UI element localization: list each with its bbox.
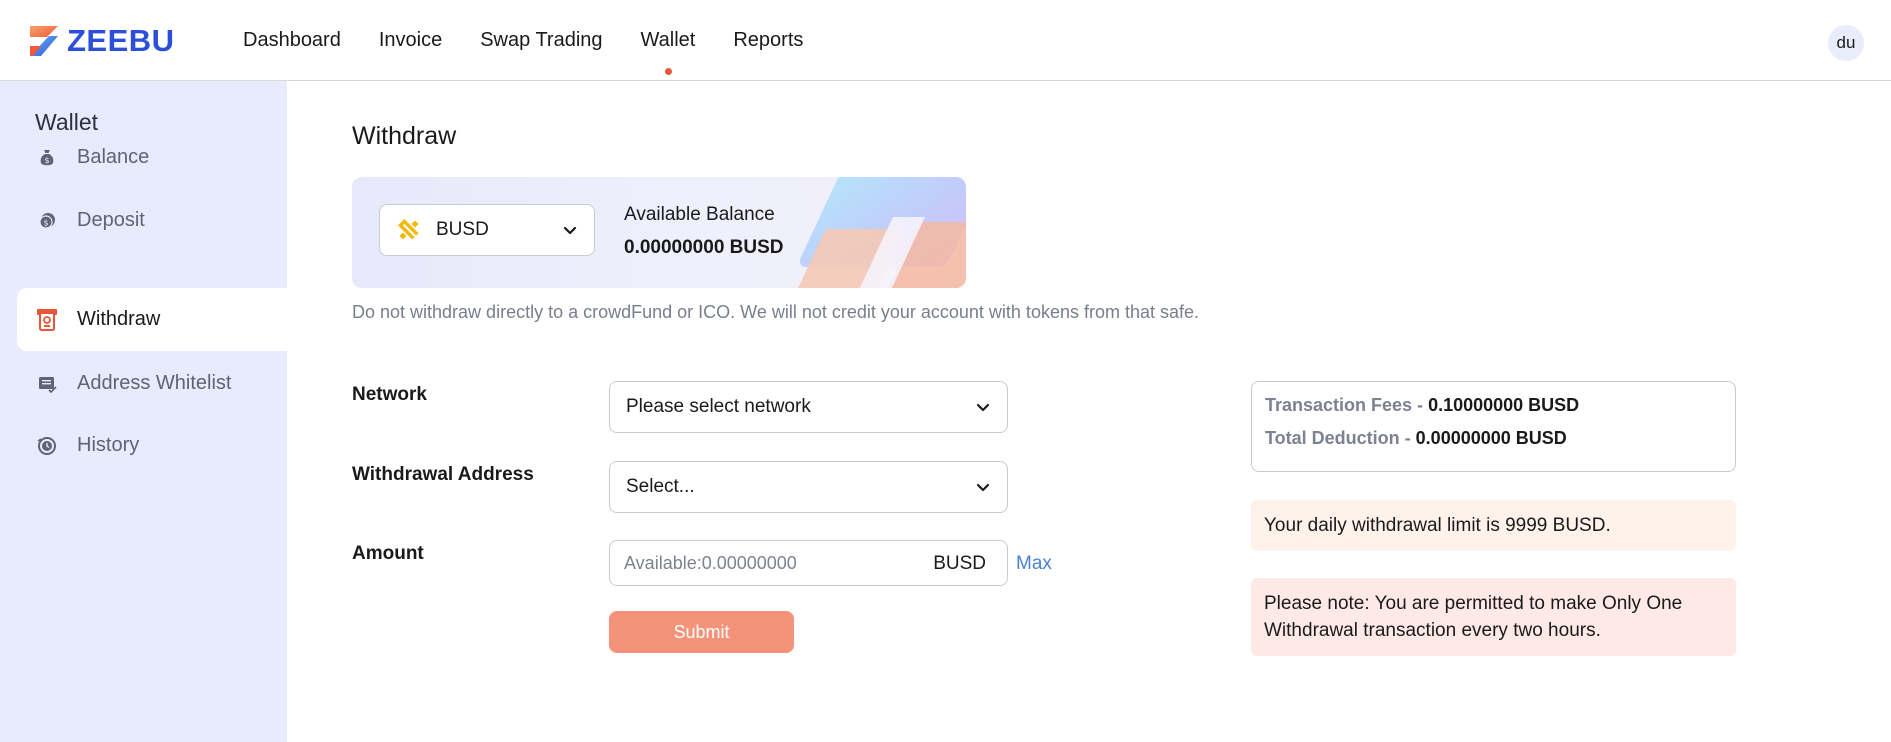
- withdrawal-address-label: Withdrawal Address: [352, 464, 534, 485]
- sidebar-item-label: Balance: [77, 146, 150, 168]
- amount-field: BUSD: [609, 540, 1008, 586]
- transaction-fees-value: 0.10000000 BUSD: [1428, 395, 1580, 415]
- transaction-fees-row: Transaction Fees - 0.10000000 BUSD: [1265, 395, 1579, 416]
- nav-reports[interactable]: Reports: [733, 29, 803, 52]
- coins-icon: $: [36, 210, 58, 232]
- amount-unit: BUSD: [933, 553, 986, 574]
- sidebar-item-balance[interactable]: $ Balance: [17, 126, 287, 189]
- selected-coin: BUSD: [436, 219, 489, 240]
- available-balance-value: 0.00000000 BUSD: [624, 237, 784, 258]
- network-select[interactable]: Please select network: [609, 381, 1008, 433]
- fee-summary: Transaction Fees - 0.10000000 BUSD Total…: [1251, 381, 1736, 472]
- daily-limit-notice: Your daily withdrawal limit is 9999 BUSD…: [1251, 500, 1736, 551]
- sidebar-item-withdraw[interactable]: Withdraw: [17, 288, 287, 351]
- sidebar-item-history[interactable]: History: [17, 414, 287, 477]
- submit-button[interactable]: Submit: [609, 611, 794, 653]
- amount-label: Amount: [352, 543, 424, 564]
- chevron-down-icon: [976, 403, 990, 412]
- sidebar-item-label: Deposit: [77, 209, 145, 231]
- user-avatar[interactable]: du: [1828, 25, 1864, 61]
- address-book-icon: [36, 373, 58, 395]
- wallet-sidebar: Wallet $ Balance $ Deposit Withdraw Addr…: [0, 81, 287, 742]
- chevron-down-icon: [976, 483, 990, 492]
- brand-name: ZEEBU: [67, 23, 175, 58]
- nav-dashboard[interactable]: Dashboard: [243, 29, 341, 52]
- max-button[interactable]: Max: [1016, 553, 1052, 575]
- nav-invoice[interactable]: Invoice: [379, 29, 442, 52]
- balance-card: BUSD Available Balance 0.00000000 BUSD: [352, 177, 966, 288]
- nav-swap-trading[interactable]: Swap Trading: [480, 29, 602, 52]
- sidebar-item-address-whitelist[interactable]: Address Whitelist: [17, 352, 287, 415]
- svg-text:$: $: [43, 218, 48, 227]
- money-bag-icon: $: [36, 147, 58, 169]
- svg-text:$: $: [44, 156, 49, 165]
- nav-wallet[interactable]: Wallet: [641, 29, 695, 75]
- top-header: ZEEBU Dashboard Invoice Swap Trading Wal…: [0, 0, 1891, 81]
- total-deduction-label: Total Deduction -: [1265, 428, 1411, 448]
- withdraw-warning: Do not withdraw directly to a crowdFund …: [352, 302, 1200, 322]
- withdrawal-frequency-notice: Please note: You are permitted to make O…: [1251, 578, 1736, 656]
- total-deduction-row: Total Deduction - 0.00000000 BUSD: [1265, 428, 1567, 449]
- sidebar-item-label: Withdraw: [77, 308, 161, 330]
- withdrawal-frequency-text: Please note: You are permitted to make O…: [1264, 593, 1683, 641]
- total-deduction-value: 0.00000000 BUSD: [1415, 428, 1567, 448]
- chevron-down-icon: [563, 226, 577, 235]
- coin-select[interactable]: BUSD: [379, 204, 595, 256]
- atm-withdraw-icon: [36, 308, 58, 331]
- main-nav: Dashboard Invoice Swap Trading Wallet Re…: [243, 0, 841, 81]
- zeebu-logo[interactable]: ZEEBU: [27, 23, 175, 58]
- sidebar-item-label: History: [77, 434, 140, 456]
- available-balance-label: Available Balance: [624, 204, 775, 225]
- withdrawal-address-value: Select...: [626, 476, 695, 497]
- network-label: Network: [352, 384, 427, 405]
- busd-icon: [398, 219, 419, 240]
- network-select-value: Please select network: [626, 396, 811, 417]
- page-title: Withdraw: [352, 122, 457, 150]
- daily-limit-text: Your daily withdrawal limit is 9999 BUSD…: [1264, 514, 1611, 536]
- transaction-fees-label: Transaction Fees -: [1265, 395, 1424, 415]
- sidebar-item-label: Address Whitelist: [77, 372, 232, 394]
- withdrawal-address-select[interactable]: Select...: [609, 461, 1008, 513]
- sidebar-item-deposit[interactable]: $ Deposit: [17, 189, 287, 252]
- zeebu-logo-icon: [30, 26, 58, 56]
- history-clock-icon: [36, 435, 58, 457]
- amount-input[interactable]: [624, 541, 924, 585]
